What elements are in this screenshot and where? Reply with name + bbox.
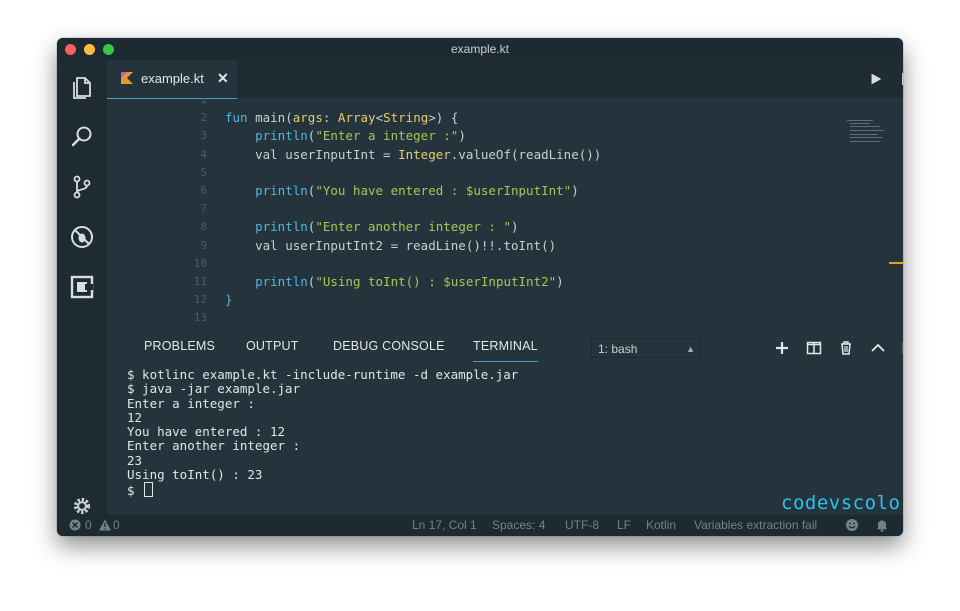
terminal-output[interactable]: $ kotlinc example.kt -include-runtime -d… [127, 367, 867, 498]
code-line[interactable]: 4 val userInputInt = Integer.valueOf(rea… [107, 146, 847, 164]
search-icon[interactable] [69, 124, 95, 150]
line-number: 6 [200, 184, 207, 197]
debug-icon[interactable] [69, 224, 95, 250]
code-line[interactable]: 7 [107, 200, 847, 218]
code-editor[interactable]: 1 2 fun main(args: Array<String>) {3 print… [107, 98, 903, 354]
encoding[interactable]: UTF-8 [565, 518, 599, 532]
line-number: 13 [193, 311, 207, 325]
activity-bar [57, 60, 107, 515]
bottom-panel: PROBLEMS OUTPUT DEBUG CONSOLE TERMINAL 1… [107, 336, 903, 515]
terminal-line: Using toInt() : 23 [127, 467, 263, 483]
split-terminal-icon[interactable] [805, 339, 823, 357]
code-line[interactable]: 13 [107, 309, 847, 327]
tab-debug-console[interactable]: DEBUG CONSOLE [333, 339, 445, 361]
tab-terminal[interactable]: TERMINAL [473, 339, 538, 362]
code-text: val userInputInt = Integer.valueOf(readL… [225, 146, 602, 162]
language-mode[interactable]: Kotlin [646, 518, 676, 532]
bell-icon[interactable] [875, 518, 889, 532]
cursor-position[interactable]: Ln 17, Col 1 [412, 518, 477, 532]
terminal-line: 23 [127, 452, 143, 468]
code-text: } [225, 292, 233, 308]
terminal-select-value: 1: bash [598, 342, 638, 356]
tab-example-kt[interactable]: example.kt ✕ [107, 60, 237, 99]
code-line[interactable]: 3 println("Enter a integer :") [107, 127, 847, 145]
vscode-window: example.kt example.kt ✕ 1 2 fun main(arg… [57, 38, 903, 536]
close-tab-icon[interactable]: ✕ [217, 70, 229, 87]
warning-count[interactable]: 0 [113, 518, 120, 532]
terminal-line: You have entered : 12 [127, 424, 286, 440]
code-text: println("You have entered : $userInputIn… [255, 183, 579, 198]
add-terminal-icon[interactable] [773, 339, 791, 357]
line-number: 12 [193, 293, 207, 307]
code-line[interactable]: 1 [107, 98, 847, 109]
extensions-icon[interactable] [69, 274, 95, 300]
warning-icon[interactable] [98, 518, 112, 532]
files-icon[interactable] [69, 74, 95, 100]
watermark: codevscolor.com [781, 492, 903, 514]
title-bar: example.kt [57, 38, 903, 60]
tab-problems[interactable]: PROBLEMS [144, 339, 215, 361]
status-message: Variables extraction fail [694, 518, 818, 532]
line-number: 1 [200, 98, 207, 106]
terminal-line: 12 [127, 409, 143, 425]
terminal-select[interactable]: 1: bash ▲ [591, 338, 701, 358]
terminal-cursor [144, 482, 154, 498]
terminal-line: $ java -jar example.jar [127, 381, 301, 397]
code-text: val userInputInt2 = readLine()!!.toInt() [225, 237, 557, 253]
settings-gear-icon[interactable] [72, 496, 92, 516]
code-text: println("Enter a integer :") [255, 128, 466, 144]
code-line[interactable]: 9 val userInputInt2 = readLine()!!.toInt… [107, 237, 847, 255]
code-line[interactable]: 12} [107, 291, 847, 309]
code-line[interactable]: 6 println("You have entered : $userInput… [107, 182, 847, 200]
line-number: 10 [193, 256, 207, 270]
terminal-line: Enter a integer : [127, 395, 255, 411]
terminal-line: Enter another integer : [127, 438, 301, 454]
kotlin-file-icon [121, 72, 133, 84]
run-icon[interactable] [867, 71, 885, 89]
code-line[interactable]: 8 println("Enter another integer : ") [107, 218, 847, 236]
scrollbar-marker [889, 262, 903, 264]
line-number: 8 [200, 220, 207, 234]
split-editor-icon[interactable] [900, 71, 903, 89]
code-line[interactable]: 2 fun main(args: Array<String>) { [107, 109, 847, 127]
code-text: fun main(args: Array<String>) { [225, 110, 459, 126]
code-text: println("Enter another integer : ") [255, 219, 519, 235]
line-number: 9 [200, 238, 207, 252]
terminal-line: $ [127, 482, 867, 498]
status-bar: 0 0 Ln 17, Col 1 Spaces: 4 UTF-8 LF Kotl… [57, 515, 903, 536]
tab-output[interactable]: OUTPUT [246, 339, 299, 361]
source-control-icon[interactable] [69, 174, 95, 200]
code-line[interactable]: 11 println("Using toInt() : $userInputIn… [107, 273, 847, 291]
code-text: println("Using toInt() : $userInputInt2"… [255, 274, 564, 289]
line-number: 7 [200, 202, 207, 216]
trash-icon[interactable] [837, 339, 855, 357]
tab-label: example.kt [141, 71, 204, 86]
code-line[interactable]: 10 [107, 255, 847, 273]
line-ending[interactable]: LF [617, 518, 631, 532]
line-number: 3 [200, 129, 207, 143]
error-count[interactable]: 0 [85, 518, 92, 532]
code-line[interactable]: 5 [107, 164, 847, 182]
line-number: 5 [200, 165, 207, 179]
minimap[interactable] [847, 120, 897, 144]
error-icon[interactable] [68, 518, 82, 532]
smiley-icon[interactable] [845, 518, 859, 532]
chevron-updown-icon: ▲ [686, 344, 695, 354]
line-number: 4 [200, 147, 207, 161]
editor-area: example.kt ✕ 1 2 fun main(args: Array<Stri… [107, 60, 903, 354]
line-number: 2 [200, 111, 207, 125]
window-title: example.kt [450, 42, 510, 56]
indentation[interactable]: Spaces: 4 [492, 518, 545, 532]
line-number: 11 [193, 275, 207, 288]
maximize-panel-icon[interactable] [901, 339, 903, 357]
editor-tab-bar: example.kt ✕ [107, 60, 903, 99]
chevron-up-icon[interactable] [869, 339, 887, 357]
terminal-line: $ kotlinc example.kt -include-runtime -d… [127, 367, 519, 382]
